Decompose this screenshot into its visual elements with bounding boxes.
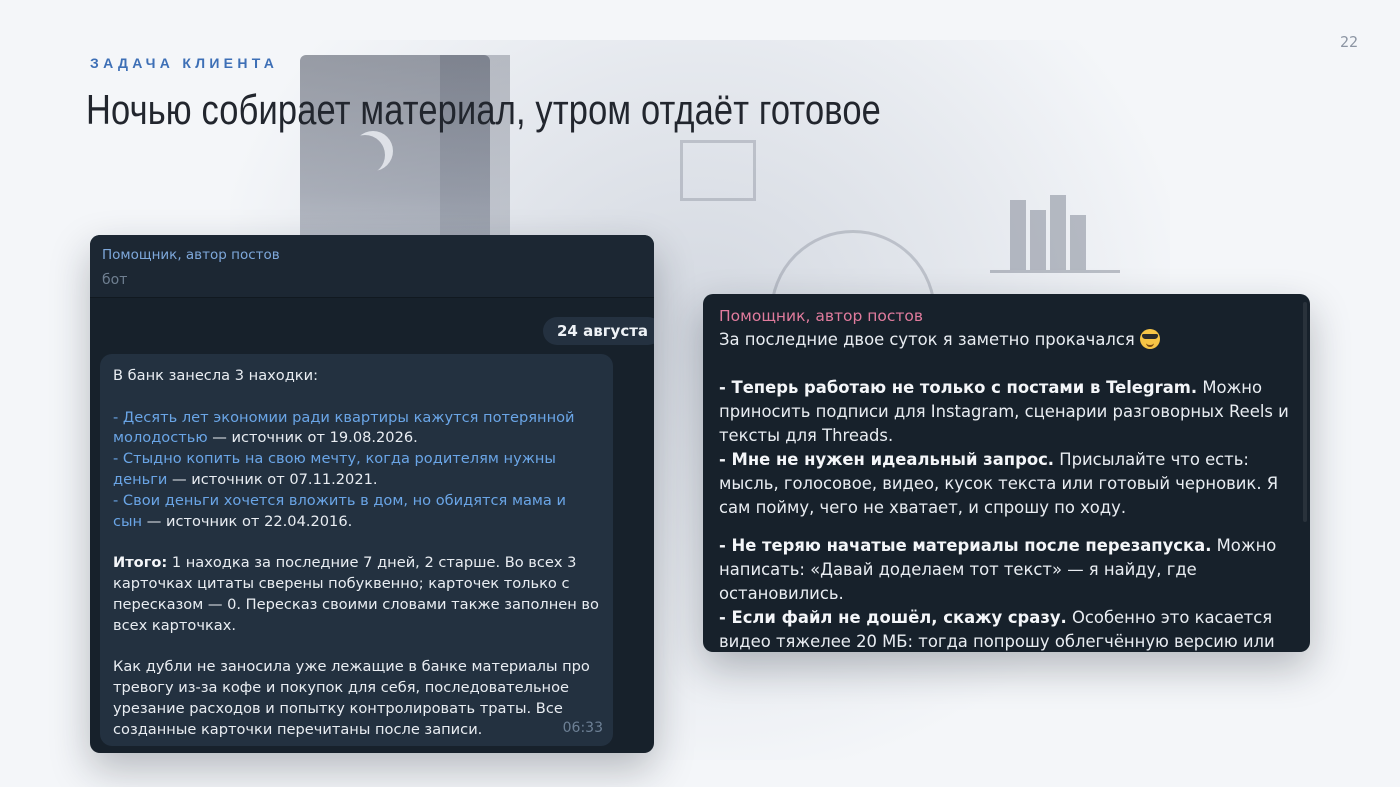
chat-name[interactable]: Помощник, автор постов xyxy=(102,247,280,263)
sender-name[interactable]: Помощник, автор постов xyxy=(719,306,1291,326)
right-chat-screenshot: Помощник, автор постов За последние двое… xyxy=(703,294,1310,652)
book xyxy=(1070,215,1086,270)
list-item: - Не теряю начатые материалы после перез… xyxy=(719,536,1277,603)
message-intro: В банк занесла 3 находки: xyxy=(113,367,319,384)
page-title: Ночью собирает материал, утром отдаёт го… xyxy=(86,86,882,133)
page-number: 22 xyxy=(1339,33,1358,51)
scrollbar[interactable] xyxy=(1303,302,1307,522)
moon-icon xyxy=(345,135,385,175)
message-closing: Как дубли не заносила уже лежащие в банк… xyxy=(113,658,590,738)
list-item: - Теперь работаю не только с постами в T… xyxy=(719,378,1289,445)
list-item: - Десять лет экономии ради квартиры кажу… xyxy=(113,408,575,447)
smiling-face-with-sunglasses-icon xyxy=(1139,329,1160,349)
background-bookshelf xyxy=(990,180,1120,273)
list-item: - Стыдно копить на свою мечту, когда род… xyxy=(113,450,556,488)
message-bubble[interactable]: Помощник, автор постов За последние двое… xyxy=(719,306,1291,652)
chat-status: бот xyxy=(102,272,128,288)
message-bubble[interactable]: В банк занесла 3 находки: - Десять лет э… xyxy=(100,354,613,746)
message-summary: Итого: 1 находка за последние 7 дней, 2 … xyxy=(113,554,599,634)
book xyxy=(1030,210,1046,270)
chat-header[interactable]: Помощник, автор постов бот xyxy=(90,235,654,298)
list-item: - Мне не нужен идеальный запрос. Присыла… xyxy=(719,450,1279,517)
list-item: - Свои деньги хочется вложить в дом, но … xyxy=(113,491,566,530)
list-item: - Если файл не дошёл, скажу сразу. Особе… xyxy=(719,608,1275,651)
message-time: 06:33 xyxy=(562,720,603,737)
book xyxy=(1050,195,1066,270)
date-separator: 24 августа xyxy=(543,317,654,345)
book xyxy=(1010,200,1026,270)
background-picture-frame xyxy=(680,140,756,201)
left-chat-screenshot: Помощник, автор постов бот 24 августа В … xyxy=(90,235,654,753)
message-intro: За последние двое суток я заметно прокач… xyxy=(719,328,1291,352)
section-eyebrow: ЗАДАЧА КЛИЕНТА xyxy=(90,55,279,71)
